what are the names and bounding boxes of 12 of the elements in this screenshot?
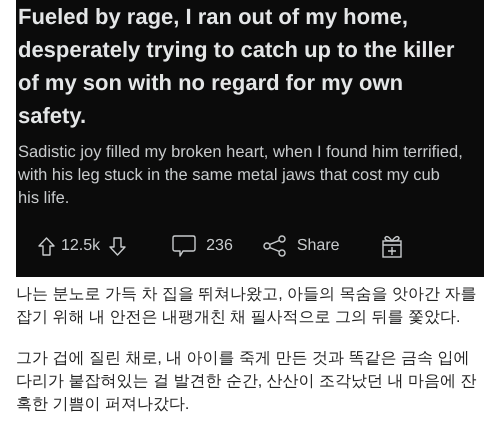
downvote-icon[interactable] [109,236,126,256]
gift-icon[interactable] [380,234,403,258]
post-body: Sadistic joy filled my broken heart, when I found him terrified, with his leg stuck in the same metal jaws that cost my cub his life. [18,142,464,209]
upvote-icon[interactable] [38,236,55,256]
translation-paragraph: 그가 겁에 질린 채로, 내 아이를 죽게 만든 것과 똑같은 금속 입에 다리가 붙잡혀있는 걸 발견한 순간, 산산이 조각났던 내 마음에 잔혹한 기쁨이 퍼져나갔다. [16,349,478,415]
translation-paragraph: 나는 분노로 가득 차 집을 뛰쳐나왔고, 아들의 목숨을 앗아간 자를 잡기 위해 내 안전은 내팽개친 채 필사적으로 그의 뒤를 쫓았다. [16,285,478,328]
comment-count[interactable]: 236 [206,234,233,258]
comment-icon[interactable] [172,234,196,258]
post-title: Fueled by rage, I ran out of my home, desperately trying to catch up to the killer of my son with no regard for my own safety. [18,3,456,130]
share-icon[interactable] [262,235,287,257]
vote-count: 12.5k [61,236,100,256]
share-button[interactable]: Share [296,234,340,258]
